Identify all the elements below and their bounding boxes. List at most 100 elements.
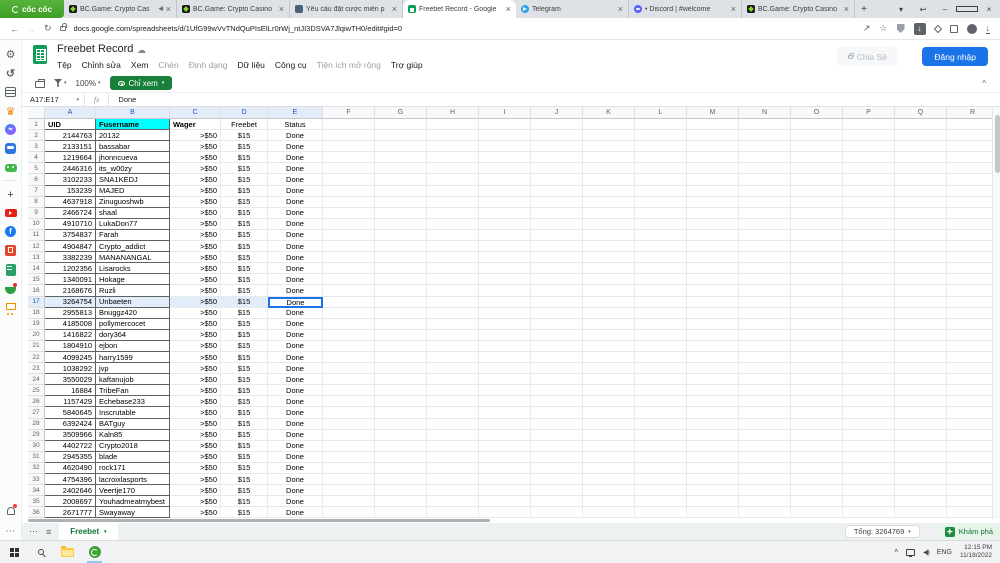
cell-D27[interactable]: $15 — [221, 407, 268, 418]
cell-J21[interactable] — [531, 341, 583, 352]
cell-C12[interactable]: >$50 — [170, 241, 221, 252]
cell-R11[interactable] — [947, 230, 992, 241]
cell-D7[interactable]: $15 — [221, 186, 268, 197]
cell-I30[interactable] — [479, 441, 531, 452]
cell-K9[interactable] — [583, 208, 635, 219]
cell-C17[interactable]: >$50 — [170, 297, 221, 308]
cell-B19[interactable]: pollymercocet — [96, 319, 170, 330]
cell-I29[interactable] — [479, 430, 531, 441]
browser-tab-4[interactable]: Freebet Record - Google× — [403, 0, 516, 18]
cell-L30[interactable] — [635, 441, 687, 452]
cell-N23[interactable] — [739, 363, 791, 374]
downloads-tray-icon[interactable]: ↓ — [986, 24, 991, 34]
cell-D33[interactable]: $15 — [221, 474, 268, 485]
cell-H14[interactable] — [427, 263, 479, 274]
cell-C13[interactable]: >$50 — [170, 252, 221, 263]
browser-tab-3[interactable]: Yêu cầu đặt cược miễn p× — [290, 0, 403, 18]
cell-J22[interactable] — [531, 352, 583, 363]
cell-O6[interactable] — [791, 174, 843, 185]
row-header-15[interactable]: 15 — [28, 274, 45, 285]
cell-C10[interactable]: >$50 — [170, 219, 221, 230]
cell-P30[interactable] — [843, 441, 895, 452]
cell-G14[interactable] — [375, 263, 427, 274]
cell-H9[interactable] — [427, 208, 479, 219]
cell-N26[interactable] — [739, 396, 791, 407]
cell-F18[interactable] — [323, 308, 375, 319]
cell-A1[interactable]: UID — [45, 119, 96, 130]
url-field[interactable]: docs.google.com/spreadsheets/d/1UfG99wVv… — [74, 24, 855, 33]
cell-Q26[interactable] — [895, 396, 947, 407]
cell-Q18[interactable] — [895, 308, 947, 319]
cell-O1[interactable] — [791, 119, 843, 130]
cell-C16[interactable]: >$50 — [170, 285, 221, 296]
cell-M21[interactable] — [687, 341, 739, 352]
cell-R16[interactable] — [947, 285, 992, 296]
cell-P25[interactable] — [843, 385, 895, 396]
cell-L8[interactable] — [635, 197, 687, 208]
cell-N21[interactable] — [739, 341, 791, 352]
cell-I6[interactable] — [479, 174, 531, 185]
cell-Q32[interactable] — [895, 463, 947, 474]
cell-R14[interactable] — [947, 263, 992, 274]
cell-C26[interactable]: >$50 — [170, 396, 221, 407]
sheets-logo-icon[interactable] — [33, 45, 47, 64]
cell-I24[interactable] — [479, 374, 531, 385]
cell-A2[interactable]: 2144763 — [45, 130, 96, 141]
sidebar-item-gear[interactable] — [4, 47, 17, 60]
menu-xem[interactable]: Xem — [131, 60, 148, 70]
cell-E32[interactable]: Done — [268, 463, 323, 474]
cell-J25[interactable] — [531, 385, 583, 396]
cell-I16[interactable] — [479, 285, 531, 296]
cell-L31[interactable] — [635, 452, 687, 463]
cell-L16[interactable] — [635, 285, 687, 296]
row-header-2[interactable]: 2 — [28, 130, 45, 141]
cell-O10[interactable] — [791, 219, 843, 230]
cell-M3[interactable] — [687, 141, 739, 152]
cell-L36[interactable] — [635, 507, 687, 518]
cell-A13[interactable]: 3382239 — [45, 252, 96, 263]
cell-B24[interactable]: kaftanujob — [96, 374, 170, 385]
row-header-17[interactable]: 17 — [28, 297, 45, 308]
cell-G9[interactable] — [375, 208, 427, 219]
tab-close-icon[interactable]: × — [618, 5, 623, 14]
cell-B3[interactable]: bassabar — [96, 141, 170, 152]
cell-L4[interactable] — [635, 152, 687, 163]
cell-H35[interactable] — [427, 496, 479, 507]
cell-L1[interactable] — [635, 119, 687, 130]
cell-O32[interactable] — [791, 463, 843, 474]
cell-C15[interactable]: >$50 — [170, 274, 221, 285]
grid-corner-box[interactable] — [28, 107, 45, 119]
cell-E34[interactable]: Done — [268, 485, 323, 496]
cell-K30[interactable] — [583, 441, 635, 452]
cell-H28[interactable] — [427, 419, 479, 430]
cell-F21[interactable] — [323, 341, 375, 352]
cell-C31[interactable]: >$50 — [170, 452, 221, 463]
cell-A10[interactable]: 4910710 — [45, 219, 96, 230]
tab-close-icon[interactable]: × — [506, 5, 511, 14]
cell-C25[interactable]: >$50 — [170, 385, 221, 396]
cell-O16[interactable] — [791, 285, 843, 296]
cell-Q13[interactable] — [895, 252, 947, 263]
cell-L23[interactable] — [635, 363, 687, 374]
cell-F20[interactable] — [323, 330, 375, 341]
cell-C1[interactable]: Wager — [170, 119, 221, 130]
cell-H20[interactable] — [427, 330, 479, 341]
cell-K22[interactable] — [583, 352, 635, 363]
cell-K28[interactable] — [583, 419, 635, 430]
sheet-tab-freebet[interactable]: Freebet ▾ — [59, 523, 117, 540]
all-sheets-menu-icon[interactable]: ≡ — [46, 527, 51, 537]
cell-I19[interactable] — [479, 319, 531, 330]
cell-Q29[interactable] — [895, 430, 947, 441]
active-cell[interactable]: Done — [268, 297, 323, 308]
row-header-7[interactable]: 7 — [28, 186, 45, 197]
cell-L6[interactable] — [635, 174, 687, 185]
cell-K15[interactable] — [583, 274, 635, 285]
cell-E8[interactable]: Done — [268, 197, 323, 208]
cell-Q31[interactable] — [895, 452, 947, 463]
cell-L27[interactable] — [635, 407, 687, 418]
cell-L5[interactable] — [635, 163, 687, 174]
cell-M1[interactable] — [687, 119, 739, 130]
cell-N19[interactable] — [739, 319, 791, 330]
cell-F11[interactable] — [323, 230, 375, 241]
cell-H16[interactable] — [427, 285, 479, 296]
